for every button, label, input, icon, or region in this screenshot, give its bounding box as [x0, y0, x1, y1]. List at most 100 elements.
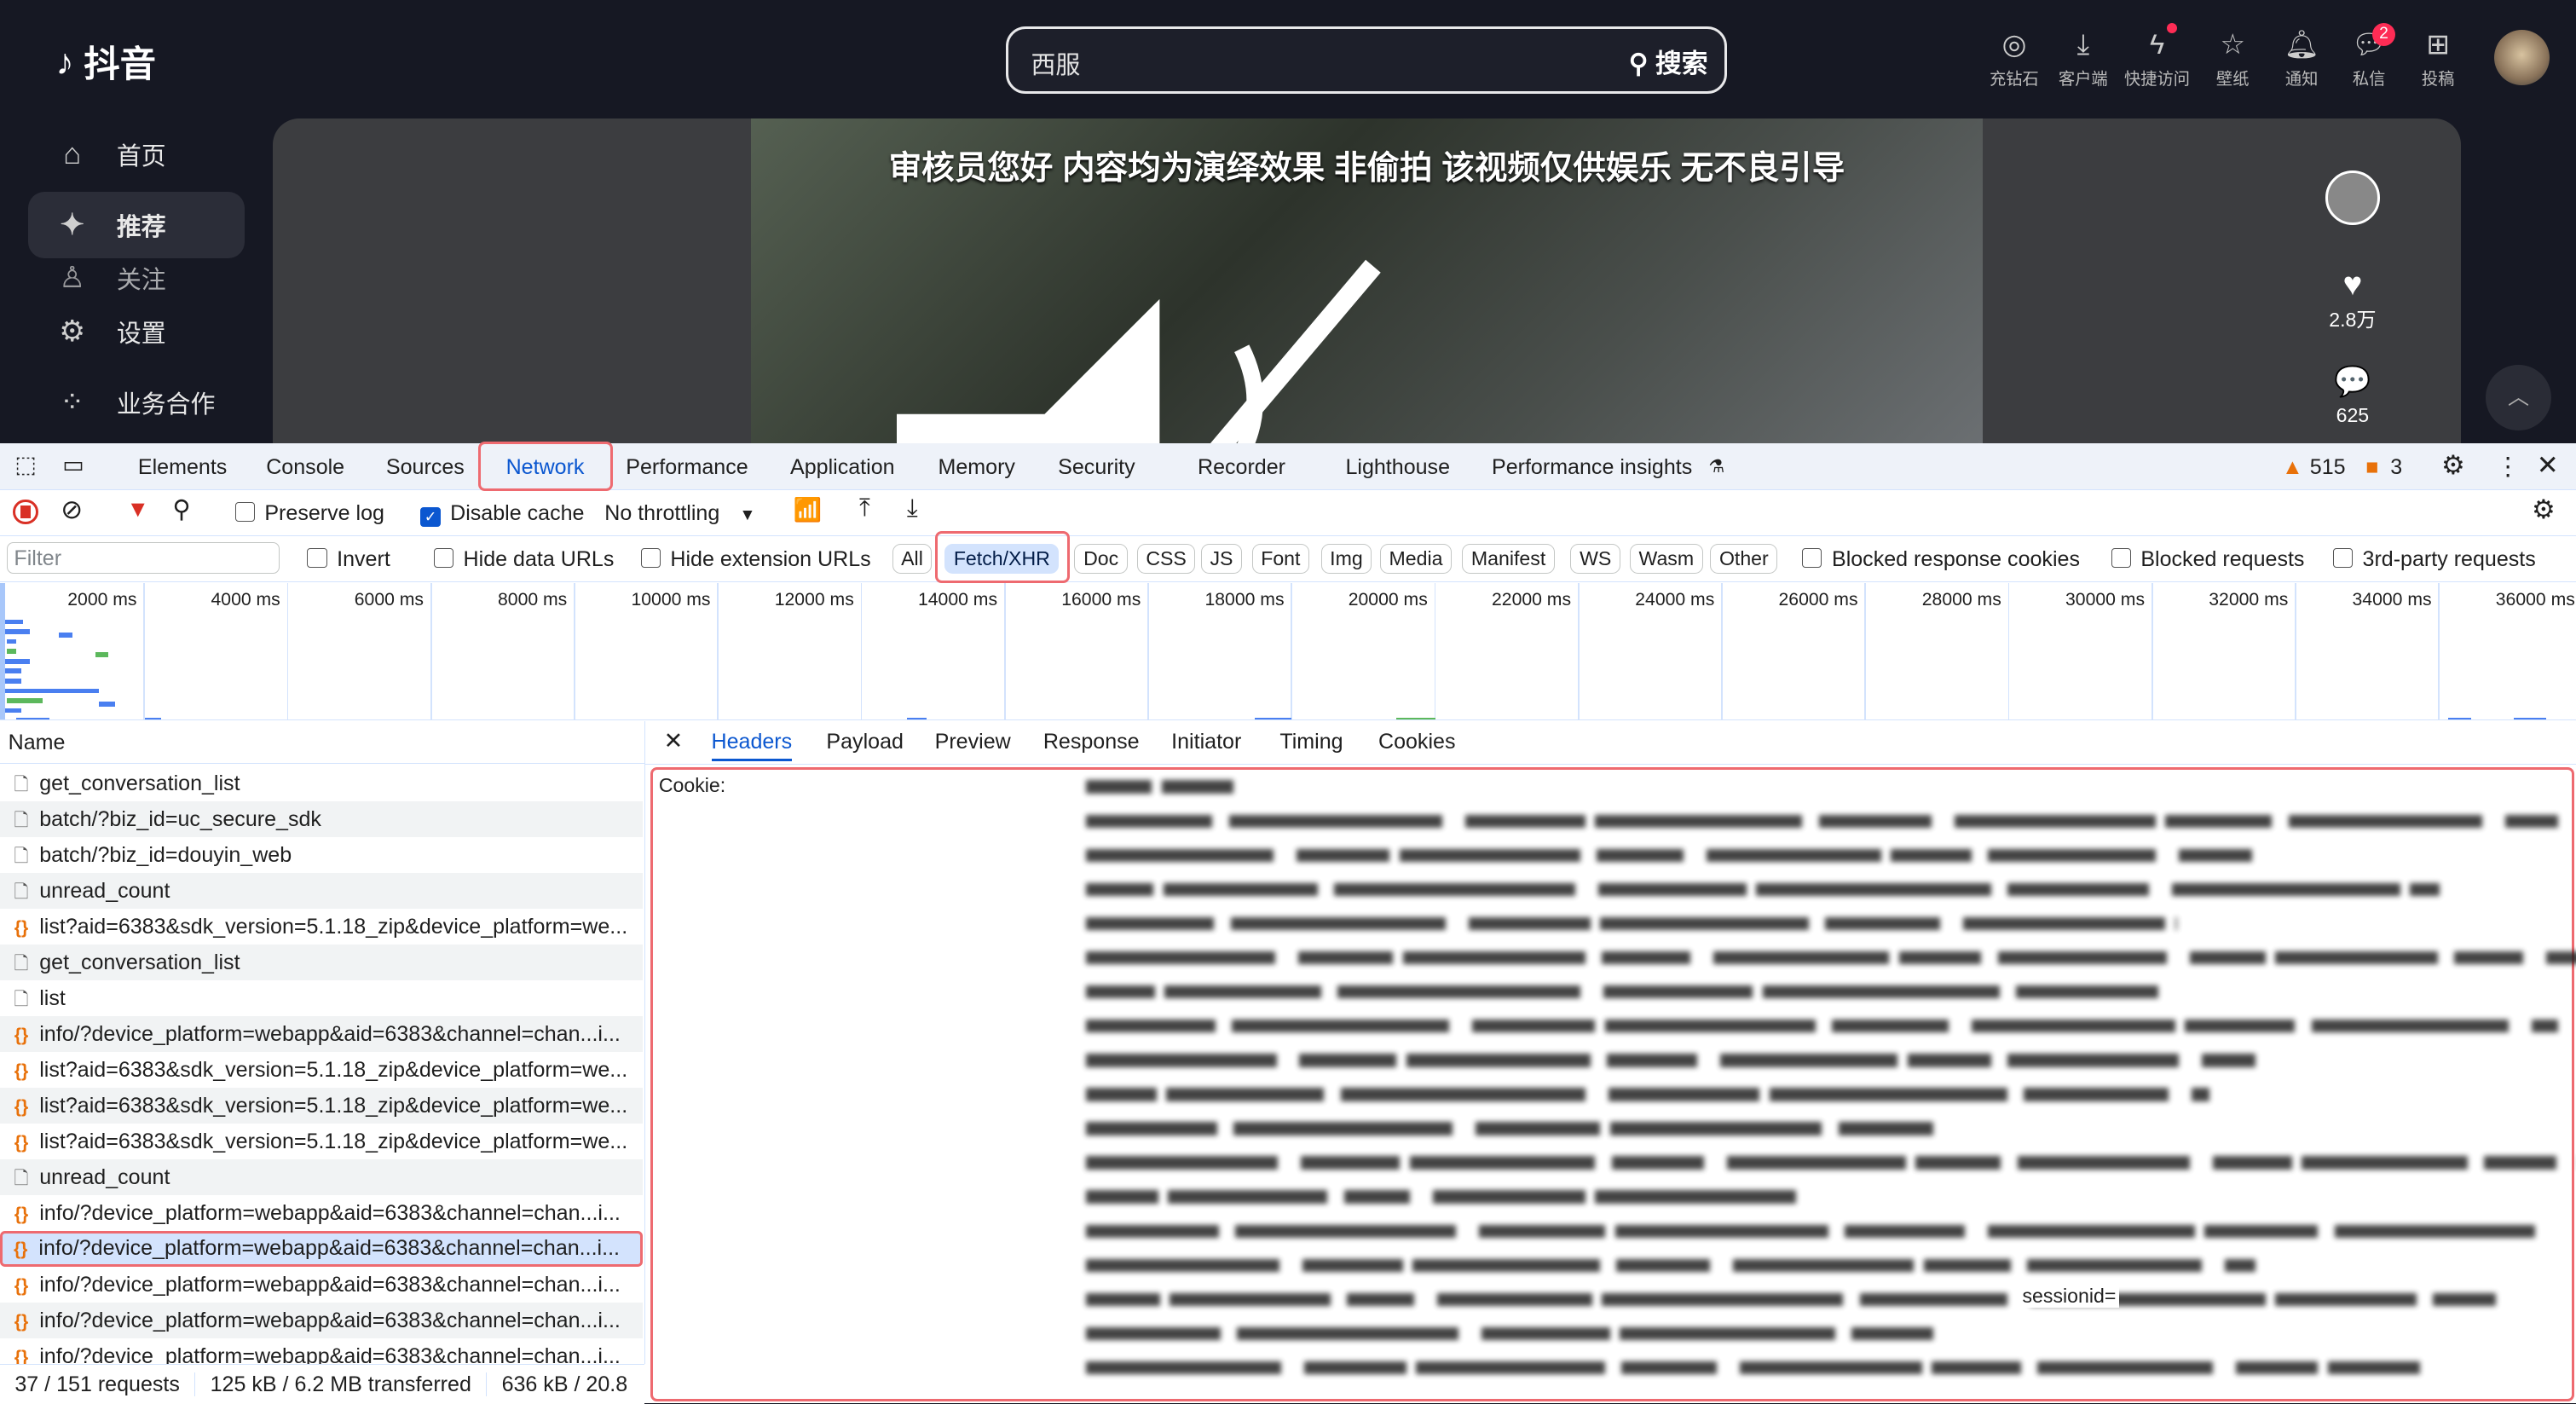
filter-type-other[interactable]: Other: [1710, 543, 1778, 574]
filter-type-ws[interactable]: WS: [1570, 543, 1620, 574]
tab-memory[interactable]: Memory: [938, 455, 1014, 480]
detail-tab-headers[interactable]: Headers: [711, 730, 793, 762]
muted-speaker-icon[interactable]: [897, 250, 1389, 444]
warning-count[interactable]: 515: [2310, 455, 2346, 480]
filter-funnel-icon[interactable]: ▼: [126, 496, 149, 523]
filter-type-media[interactable]: Media: [1379, 543, 1453, 574]
hide-data-urls-checkbox[interactable]: Hide data URLs: [433, 547, 614, 572]
top-icon-3[interactable]: ☆ 壁纸: [2197, 26, 2269, 90]
disable-cache-checkbox[interactable]: ✓ Disable cache: [420, 501, 584, 527]
tab-performance[interactable]: Performance: [626, 455, 748, 480]
tab-application[interactable]: Application: [790, 455, 895, 480]
filter-type-manifest[interactable]: Manifest: [1462, 543, 1555, 574]
issue-count[interactable]: 3: [2390, 455, 2402, 480]
request-row[interactable]: 🗋 list: [0, 980, 643, 1016]
hide-extension-urls-checkbox[interactable]: Hide extension URLs: [640, 547, 871, 572]
comment-button[interactable]: 💬 625: [2319, 365, 2385, 427]
detail-tab-timing[interactable]: Timing: [1279, 730, 1343, 754]
name-column-header[interactable]: Name: [0, 721, 644, 765]
top-icon-6[interactable]: ⊞ 投稿: [2402, 26, 2475, 90]
throttling-select[interactable]: No throttling ▼: [604, 501, 755, 526]
request-row[interactable]: 🗋 batch/?biz_id=douyin_web: [0, 837, 643, 873]
blocked-requests-checkbox[interactable]: Blocked requests: [2111, 547, 2304, 572]
video-player[interactable]: 审核员您好 内容均为演绎效果 非偷拍 该视频仅供娱乐 无不良引导: [272, 118, 2462, 444]
record-stop-icon[interactable]: [13, 499, 38, 524]
tab-console[interactable]: Console: [266, 455, 344, 480]
sidebar-item-2[interactable]: ♙ 关注: [28, 263, 245, 292]
search-button[interactable]: ⚲ 搜索: [1629, 42, 1708, 80]
tab-performance-insights[interactable]: Performance insights: [1492, 455, 1692, 480]
top-icon-0[interactable]: ◎ 充钻石: [1978, 26, 2050, 90]
clear-icon[interactable]: ⊘: [61, 494, 83, 525]
sidebar-item-1[interactable]: ✦ 推荐: [27, 192, 245, 258]
close-devtools-icon[interactable]: ✕: [2537, 450, 2559, 481]
filter-input[interactable]: Filter: [6, 541, 280, 574]
filter-type-all[interactable]: All: [892, 543, 933, 574]
request-row[interactable]: {} list?aid=6383&sdk_version=5.1.18_zip&d…: [0, 1052, 643, 1088]
filter-type-js[interactable]: JS: [1200, 543, 1243, 574]
network-overview-timeline[interactable]: 2000 ms 4000 ms 6000 ms 8000 ms 10000 ms 1200…: [0, 583, 2576, 721]
request-row[interactable]: 🗋 batch/?biz_id=uc_secure_sdk: [0, 801, 643, 838]
detail-tab-response[interactable]: Response: [1043, 730, 1140, 754]
user-avatar[interactable]: [2493, 29, 2550, 86]
search-icon[interactable]: ⚲: [172, 494, 190, 524]
tab-elements[interactable]: Elements: [138, 455, 227, 480]
request-row[interactable]: 🗋 get_conversation_list: [0, 945, 643, 981]
tab-security[interactable]: Security: [1058, 455, 1135, 480]
request-row[interactable]: {} info/?device_platform=webapp&aid=6383&…: [0, 1016, 643, 1053]
filter-type-img[interactable]: Img: [1320, 543, 1372, 574]
filter-type-wasm[interactable]: Wasm: [1629, 543, 1703, 574]
settings-gear-icon[interactable]: ⚙: [2441, 450, 2465, 481]
device-toolbar-icon[interactable]: ▭: [62, 452, 84, 478]
request-row[interactable]: {} info/?device_platform=webapp&aid=6383&…: [0, 1267, 643, 1303]
detail-tab-preview[interactable]: Preview: [935, 730, 1011, 754]
tab-sources[interactable]: Sources: [386, 455, 465, 480]
request-row[interactable]: 🗋 get_conversation_list: [0, 766, 643, 801]
filter-type-doc[interactable]: Doc: [1074, 543, 1128, 574]
like-button[interactable]: ♥ 2.8万: [2319, 266, 2385, 332]
detail-tab-initiator[interactable]: Initiator: [1171, 730, 1241, 754]
top-icon-4[interactable]: 🔔︎ 通知: [2266, 26, 2338, 90]
request-row[interactable]: {} info/?device_platform=webapp&aid=6383&…: [0, 1303, 643, 1339]
blocked-response-cookies-checkbox[interactable]: Blocked response cookies: [1802, 547, 2080, 572]
request-row[interactable]: 🗋 unread_count: [0, 1159, 643, 1196]
warning-icon[interactable]: ▲: [2282, 455, 2303, 480]
request-row[interactable]: {} list?aid=6383&sdk_version=5.1.18_zip&d…: [0, 909, 643, 945]
request-row[interactable]: 🗋 unread_count: [0, 873, 643, 910]
request-row[interactable]: {} list?aid=6383&sdk_version=5.1.18_zip&d…: [0, 1124, 643, 1159]
sidebar-item-4[interactable]: ⁘ 业务合作: [28, 370, 245, 436]
more-menu-icon[interactable]: ⋮: [2496, 452, 2521, 482]
export-har-icon[interactable]: ⤓: [907, 494, 918, 523]
filter-type-css[interactable]: CSS: [1136, 543, 1196, 574]
request-row[interactable]: {} info/?device_platform=webapp&aid=6383&…: [0, 1195, 643, 1231]
blurred-cookie-text: [2017, 1156, 2191, 1170]
blurred-cookie-text: [2036, 1361, 2214, 1375]
inspect-element-icon[interactable]: ⬚: [14, 452, 36, 478]
filter-type-font[interactable]: Font: [1251, 543, 1310, 574]
search-input[interactable]: 西服 ⚲ 搜索: [1005, 26, 1727, 95]
preserve-log-checkbox[interactable]: Preserve log: [234, 501, 384, 526]
third-party-requests-checkbox[interactable]: 3rd-party requests: [2332, 547, 2536, 572]
network-conditions-icon[interactable]: 📶: [794, 496, 823, 523]
top-icon-5[interactable]: 💬︎ 私信 2: [2333, 22, 2406, 90]
overview-handle[interactable]: [0, 583, 5, 720]
issue-icon[interactable]: ■: [2365, 455, 2378, 480]
top-icon-2[interactable]: ϟ 快捷访问: [2121, 22, 2193, 90]
author-avatar[interactable]: [2319, 170, 2385, 226]
sidebar-item-0[interactable]: ⌂ 首页: [28, 122, 245, 188]
detail-tab-cookies[interactable]: Cookies: [1378, 730, 1456, 754]
sidebar-item-3[interactable]: ⚙ 设置: [28, 299, 245, 365]
request-row[interactable]: {} info/?device_platform=webapp&aid=6383&…: [0, 1338, 643, 1363]
import-har-icon[interactable]: ⤒: [859, 494, 870, 523]
top-icon-1[interactable]: ⤓ 客户端: [2047, 26, 2119, 90]
douyin-logo[interactable]: ♪ 抖音: [56, 36, 157, 88]
request-row[interactable]: {} list?aid=6383&sdk_version=5.1.18_zip&d…: [0, 1088, 643, 1124]
network-settings-gear-icon[interactable]: ⚙: [2532, 494, 2556, 525]
previous-video-button[interactable]: ︿: [2486, 364, 2552, 430]
tab-lighthouse[interactable]: Lighthouse: [1345, 455, 1450, 480]
request-row[interactable]: {} info/?device_platform=webapp&aid=6383&…: [0, 1231, 643, 1268]
detail-tab-payload[interactable]: Payload: [826, 730, 904, 754]
invert-checkbox[interactable]: Invert: [307, 547, 390, 572]
tab-recorder[interactable]: Recorder: [1198, 455, 1285, 480]
close-details-icon[interactable]: ✕: [664, 728, 684, 754]
